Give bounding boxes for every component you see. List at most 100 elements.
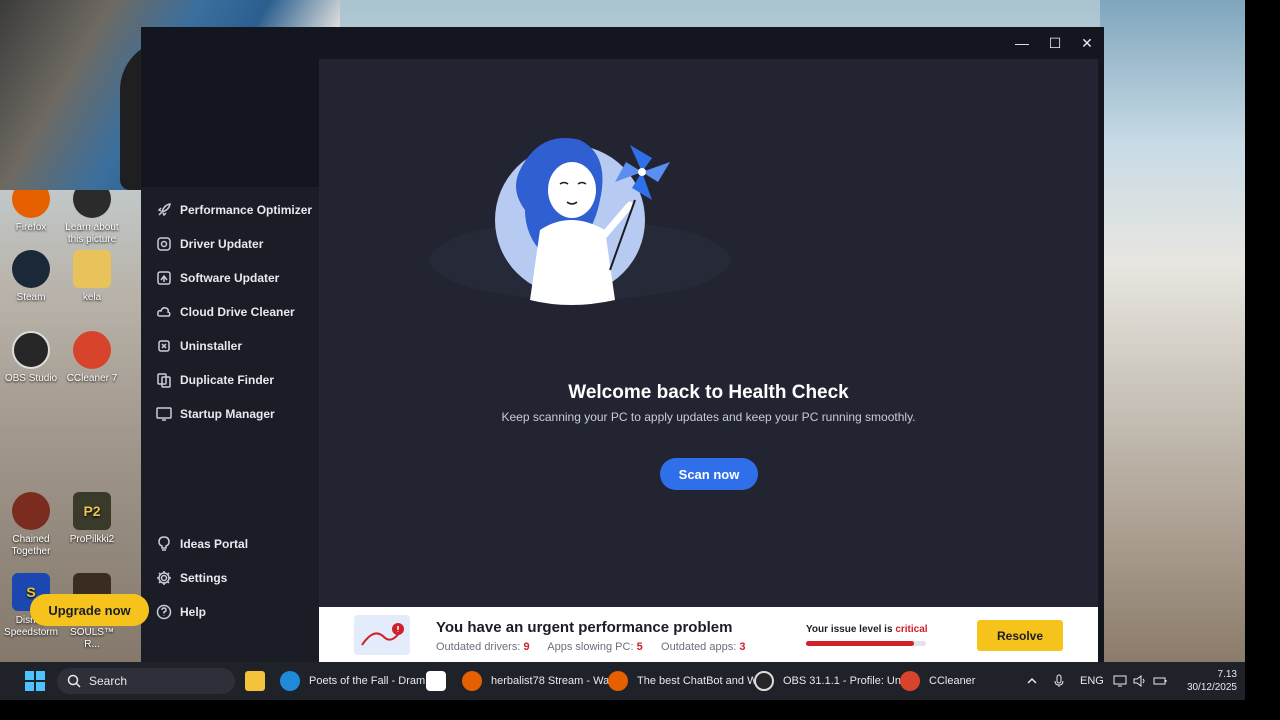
- obs-icon: [12, 331, 50, 369]
- tray-battery[interactable]: [1153, 662, 1167, 700]
- taskbar: Search Poets of the Fall - Dram herbalis…: [0, 662, 1245, 700]
- sidebar-item-duplicate-finder[interactable]: Duplicate Finder: [155, 367, 315, 393]
- apps-slowing-count: 5: [636, 641, 643, 653]
- sidebar-item-label: Software Updater: [180, 271, 280, 285]
- monitor-icon: [155, 405, 173, 423]
- lightbulb-icon: [155, 535, 173, 553]
- gear-icon: [155, 569, 173, 587]
- firefox-icon: [608, 671, 628, 691]
- folder-icon: [73, 250, 111, 288]
- tray-overflow[interactable]: [1026, 662, 1038, 700]
- sidebar-item-label: Duplicate Finder: [180, 373, 275, 387]
- minimize-button[interactable]: —: [1010, 33, 1034, 53]
- issue-level-value: critical: [895, 624, 928, 635]
- issue-level-label: Your issue level is critical: [806, 624, 928, 635]
- banner-title: You have an urgent performance problem: [436, 619, 733, 636]
- taskbar-store[interactable]: [426, 666, 455, 696]
- desktop-wallpaper-right: [1100, 0, 1245, 662]
- start-button[interactable]: [24, 666, 46, 696]
- battery-icon: [1153, 677, 1167, 685]
- desktop-icon-steam[interactable]: Steam: [0, 250, 62, 304]
- outdated-apps-count: 3: [739, 641, 746, 653]
- health-check-illustration: [430, 138, 730, 305]
- sidebar-item-settings[interactable]: Settings: [155, 565, 315, 591]
- sidebar-item-label: Ideas Portal: [180, 537, 249, 551]
- sidebar-item-performance-optimizer[interactable]: Performance Optimizer: [155, 197, 315, 223]
- issue-level-fill: [806, 641, 914, 646]
- speaker-icon: [1133, 675, 1145, 687]
- sidebar-item-label: Settings: [180, 571, 228, 585]
- obs-icon: [754, 671, 774, 691]
- desktop-icon-kela[interactable]: kela: [61, 250, 123, 304]
- sidebar-item-software-updater[interactable]: Software Updater: [155, 265, 315, 291]
- desktop-icon-chained-together[interactable]: Chained Together: [0, 492, 62, 558]
- search-icon: [67, 674, 81, 688]
- resolve-button[interactable]: Resolve: [977, 620, 1063, 651]
- page-subtitle: Keep scanning your PC to apply updates a…: [501, 410, 916, 424]
- sidebar-item-startup-manager[interactable]: Startup Manager: [155, 401, 315, 427]
- cloud-icon: [155, 303, 173, 321]
- sidebar-item-uninstaller[interactable]: Uninstaller: [155, 333, 315, 359]
- taskbar-app-firefox-chatbot[interactable]: The best ChatBot and W: [608, 666, 757, 696]
- windows-icon: [25, 671, 45, 691]
- sidebar-item-driver-updater[interactable]: Driver Updater: [155, 231, 315, 257]
- folder-icon: [245, 671, 265, 691]
- taskbar-app-firefox-stream[interactable]: herbalist78 Stream - Wa: [462, 666, 609, 696]
- help-icon: [155, 603, 173, 621]
- urgent-problem-banner: You have an urgent performance problem O…: [319, 607, 1098, 662]
- taskbar-clock[interactable]: 7.13 30/12/2025: [1177, 668, 1237, 694]
- tray-language[interactable]: ENG: [1080, 662, 1104, 700]
- screen: Firefox Learn about this picture Steam k…: [0, 0, 1280, 720]
- page-title: Welcome back to Health Check: [568, 382, 849, 403]
- desktop-icon-propilkki2[interactable]: P2 ProPilkki2: [61, 492, 123, 546]
- taskbar-app-ccleaner[interactable]: CCleaner: [900, 666, 975, 696]
- rocket-icon: [155, 201, 173, 219]
- sidebar-item-label: Startup Manager: [180, 407, 275, 421]
- sidebar-item-label: Help: [180, 605, 207, 619]
- sidebar-item-ideas-portal[interactable]: Ideas Portal: [155, 531, 315, 557]
- taskbar-app-edge[interactable]: Poets of the Fall - Dram: [280, 666, 425, 696]
- desktop-icon-obs-studio[interactable]: OBS Studio: [0, 331, 62, 385]
- scan-now-button[interactable]: Scan now: [660, 458, 758, 490]
- driver-icon: [155, 235, 173, 253]
- upgrade-now-button[interactable]: Upgrade now: [30, 594, 149, 626]
- close-button[interactable]: ✕: [1075, 33, 1099, 53]
- sidebar-item-help[interactable]: Help: [155, 599, 315, 625]
- taskbar-app-obs[interactable]: OBS 31.1.1 - Profile: Unti: [754, 666, 907, 696]
- propilkki-icon: P2: [73, 492, 111, 530]
- edge-icon: [280, 671, 300, 691]
- performance-chart-icon: [354, 615, 410, 655]
- maximize-button[interactable]: ☐: [1043, 33, 1067, 53]
- clock-date: 30/12/2025: [1186, 682, 1237, 693]
- outdated-drivers-count: 9: [523, 641, 530, 653]
- sidebar-item-label: Performance Optimizer: [180, 203, 313, 217]
- steam-icon: [12, 250, 50, 288]
- desktop-icon-ccleaner[interactable]: CCleaner 7: [61, 331, 123, 385]
- sidebar: Performance Optimizer Driver Updater Sof…: [141, 187, 319, 662]
- software-update-icon: [155, 269, 173, 287]
- screen-edge-right: [1245, 0, 1280, 720]
- store-icon: [426, 671, 446, 691]
- clock-time: 7.13: [1217, 669, 1237, 680]
- sidebar-item-label: Driver Updater: [180, 237, 264, 251]
- taskbar-file-explorer[interactable]: [245, 666, 274, 696]
- network-icon: [1113, 675, 1127, 687]
- window-titlebar: — ☐ ✕: [340, 27, 1104, 59]
- taskbar-search[interactable]: Search: [57, 668, 235, 694]
- banner-stats: Outdated drivers: 9 Apps slowing PC: 5 O…: [436, 641, 746, 653]
- duplicate-icon: [155, 371, 173, 389]
- sidebar-item-label: Cloud Drive Cleaner: [180, 305, 295, 319]
- ccleaner-icon: [900, 671, 920, 691]
- tray-volume[interactable]: [1133, 662, 1147, 700]
- tray-microphone[interactable]: [1053, 662, 1065, 700]
- tray-network[interactable]: [1113, 662, 1127, 700]
- microphone-icon: [1054, 674, 1064, 687]
- chevron-up-icon: [1027, 677, 1037, 684]
- uninstall-icon: [155, 337, 173, 355]
- screen-edge-bottom: [0, 700, 1280, 720]
- firefox-icon: [462, 671, 482, 691]
- sidebar-item-cloud-drive-cleaner[interactable]: Cloud Drive Cleaner: [155, 299, 315, 325]
- ccleaner-icon: [73, 331, 111, 369]
- issue-level-bar: [806, 641, 926, 646]
- chained-together-icon: [12, 492, 50, 530]
